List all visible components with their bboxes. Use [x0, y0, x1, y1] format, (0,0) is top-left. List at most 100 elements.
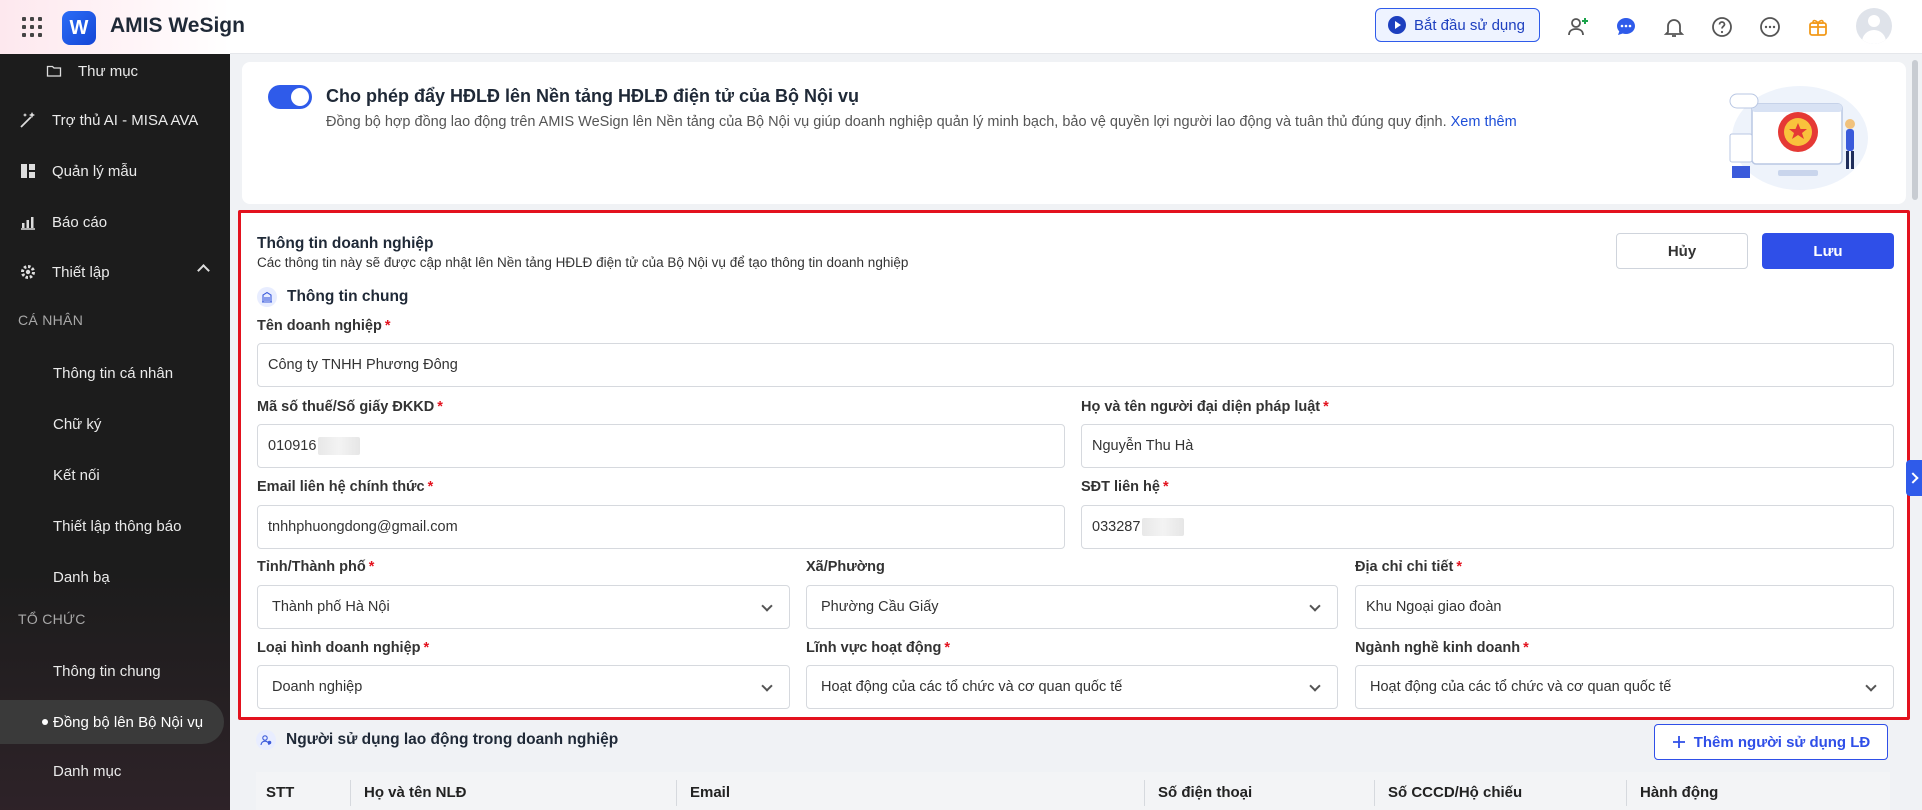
column-divider — [1374, 780, 1375, 806]
sidebar-item-label: Danh bạ — [53, 568, 110, 586]
column-divider — [1144, 780, 1145, 806]
chevron-down-icon — [761, 680, 773, 692]
company-name-label: Tên doanh nghiệp * — [257, 318, 391, 334]
magic-wand-icon — [18, 110, 38, 130]
tax-code-label: Mã số thuế/Số giấy ĐKKD * — [257, 399, 443, 415]
sidebar-item-ai-assistant[interactable]: Trợ thủ AI - MISA AVA — [0, 100, 230, 140]
app-logo[interactable]: W — [62, 11, 96, 45]
sidebar-item-label: Quản lý mẫu — [52, 162, 138, 180]
learn-more-link[interactable]: Xem thêm — [1451, 114, 1517, 130]
chevron-down-icon — [761, 600, 773, 612]
sync-toggle[interactable] — [268, 85, 312, 109]
sidebar-item-contacts[interactable]: Danh bạ — [0, 557, 230, 597]
chevron-down-icon — [1309, 600, 1321, 612]
form-subtitle: Các thông tin này sẽ được cập nhật lên N… — [257, 255, 909, 270]
sidebar: Thư mục Trợ thủ AI - MISA AVA Quản lý mẫ… — [0, 54, 230, 810]
business-type-select[interactable]: Doanh nghiệp — [257, 665, 790, 709]
active-dot-icon — [42, 719, 48, 725]
sidebar-item-personal-info[interactable]: Thông tin cá nhân — [0, 353, 230, 393]
sync-banner: Cho phép đẩy HĐLĐ lên Nền tảng HĐLĐ điện… — [242, 62, 1906, 204]
chat-icon[interactable] — [1613, 14, 1639, 40]
email-label: Email liên hệ chính thức * — [257, 479, 434, 495]
sidebar-item-notifications[interactable]: Thiết lập thông báo — [0, 506, 230, 546]
company-name-input[interactable]: Công ty TNHH Phương Đông — [257, 343, 1894, 387]
column-header-actions: Hành động — [1640, 784, 1719, 801]
phone-input[interactable]: 033287 — [1081, 505, 1894, 549]
sidebar-item-catalog[interactable]: Danh mục — [0, 751, 230, 791]
column-header-id: Số CCCD/Hộ chiếu — [1388, 784, 1523, 801]
chevron-down-icon — [1309, 680, 1321, 692]
sidebar-item-label: Thiết lập — [52, 263, 110, 281]
main-content: Cho phép đẩy HĐLĐ lên Nền tảng HĐLĐ điện… — [230, 54, 1922, 810]
user-group-icon — [256, 730, 276, 750]
address-label: Địa chỉ chi tiết * — [1355, 559, 1462, 575]
sidebar-item-label: Thư mục — [78, 62, 139, 80]
more-icon[interactable] — [1757, 14, 1783, 40]
email-input[interactable]: tnhhphuongdong@gmail.com — [257, 505, 1065, 549]
plus-icon — [1672, 736, 1685, 748]
expand-panel-tab[interactable] — [1906, 460, 1922, 496]
help-icon[interactable] — [1709, 14, 1735, 40]
sidebar-item-signature[interactable]: Chữ ký — [0, 404, 230, 444]
sidebar-item-connect[interactable]: Kết nối — [0, 455, 230, 495]
form-title: Thông tin doanh nghiệp — [257, 235, 434, 252]
column-divider — [350, 780, 351, 806]
industry-value: Hoạt động của các tổ chức và cơ quan quố… — [1370, 679, 1672, 695]
column-header-email: Email — [690, 784, 731, 801]
app-grid-icon[interactable] — [22, 17, 42, 37]
banner-description: Đồng bộ hợp đồng lao động trên AMIS WeSi… — [326, 114, 1517, 130]
sidebar-item-label: Thiết lập thông báo — [53, 517, 182, 535]
add-user-icon[interactable] — [1565, 14, 1591, 40]
phone-value: 033287 — [1092, 519, 1141, 535]
tax-code-input[interactable]: 010916 — [257, 424, 1065, 468]
column-divider — [676, 780, 677, 806]
banner-title: Cho phép đẩy HĐLĐ lên Nền tảng HĐLĐ điện… — [326, 86, 860, 106]
column-header-stt: STT — [266, 784, 295, 801]
template-icon — [18, 161, 38, 181]
sidebar-item-label: Thông tin cá nhân — [53, 364, 174, 382]
field-of-activity-select[interactable]: Hoạt động của các tổ chức và cơ quan quố… — [806, 665, 1338, 709]
sidebar-item-label: Chữ ký — [53, 415, 102, 433]
business-type-label: Loại hình doanh nghiệp * — [257, 640, 430, 656]
sidebar-item-folder[interactable]: Thư mục — [0, 54, 230, 88]
sidebar-item-sync-ministry[interactable]: Đồng bộ lên Bộ Nội vụ — [0, 700, 224, 744]
province-select[interactable]: Thành phố Hà Nội — [257, 585, 790, 629]
ward-label: Xã/Phường — [806, 559, 885, 575]
play-icon — [1388, 16, 1406, 34]
add-employer-button[interactable]: Thêm người sử dụng LĐ — [1654, 724, 1888, 760]
scrollbar[interactable] — [1912, 60, 1918, 200]
redacted-block — [318, 437, 361, 455]
province-value: Thành phố Hà Nội — [272, 599, 390, 615]
sidebar-item-label: Báo cáo — [52, 213, 108, 231]
start-using-button[interactable]: Bắt đầu sử dụng — [1375, 8, 1540, 42]
gift-icon[interactable] — [1805, 14, 1831, 40]
sidebar-item-label: Danh mục — [53, 762, 122, 780]
section-title: Thông tin chung — [287, 288, 409, 305]
sidebar-item-settings[interactable]: Thiết lập — [0, 252, 230, 292]
industry-label: Ngành nghề kinh doanh * — [1355, 640, 1529, 656]
column-header-name: Họ và tên NLĐ — [364, 784, 467, 801]
user-avatar[interactable] — [1856, 8, 1892, 44]
save-button[interactable]: Lưu — [1762, 233, 1894, 269]
add-employer-label: Thêm người sử dụng LĐ — [1693, 733, 1871, 751]
top-bar: W AMIS WeSign Bắt đầu sử dụng — [0, 0, 1922, 54]
legal-representative-label: Họ và tên người đại diện pháp luật * — [1081, 399, 1329, 415]
start-using-label: Bắt đầu sử dụng — [1414, 16, 1525, 34]
chevron-up-icon[interactable] — [197, 264, 210, 277]
sidebar-item-templates[interactable]: Quản lý mẫu — [0, 151, 230, 191]
ward-select[interactable]: Phường Cầu Giấy — [806, 585, 1338, 629]
legal-representative-input[interactable]: Nguyễn Thu Hà — [1081, 424, 1894, 468]
sidebar-item-label: Trợ thủ AI - MISA AVA — [52, 111, 199, 129]
sidebar-item-reports[interactable]: Báo cáo — [0, 202, 230, 242]
tax-code-value: 010916 — [268, 438, 317, 454]
employers-section-header: Người sử dụng lao động trong doanh nghiệ… — [256, 730, 618, 750]
cancel-button[interactable]: Hủy — [1616, 233, 1748, 269]
banner-description-text: Đồng bộ hợp đồng lao động trên AMIS WeSi… — [326, 114, 1447, 130]
address-input[interactable]: Khu Ngoại giao đoàn — [1355, 585, 1894, 629]
ward-value: Phường Cầu Giấy — [821, 599, 939, 615]
field-of-activity-label: Lĩnh vực hoạt động * — [806, 640, 951, 656]
sidebar-section-organization: TỔ CHỨC — [18, 611, 86, 627]
sidebar-item-general-info[interactable]: Thông tin chung — [0, 651, 230, 691]
industry-select[interactable]: Hoạt động của các tổ chức và cơ quan quố… — [1355, 665, 1894, 709]
bell-icon[interactable] — [1661, 14, 1687, 40]
